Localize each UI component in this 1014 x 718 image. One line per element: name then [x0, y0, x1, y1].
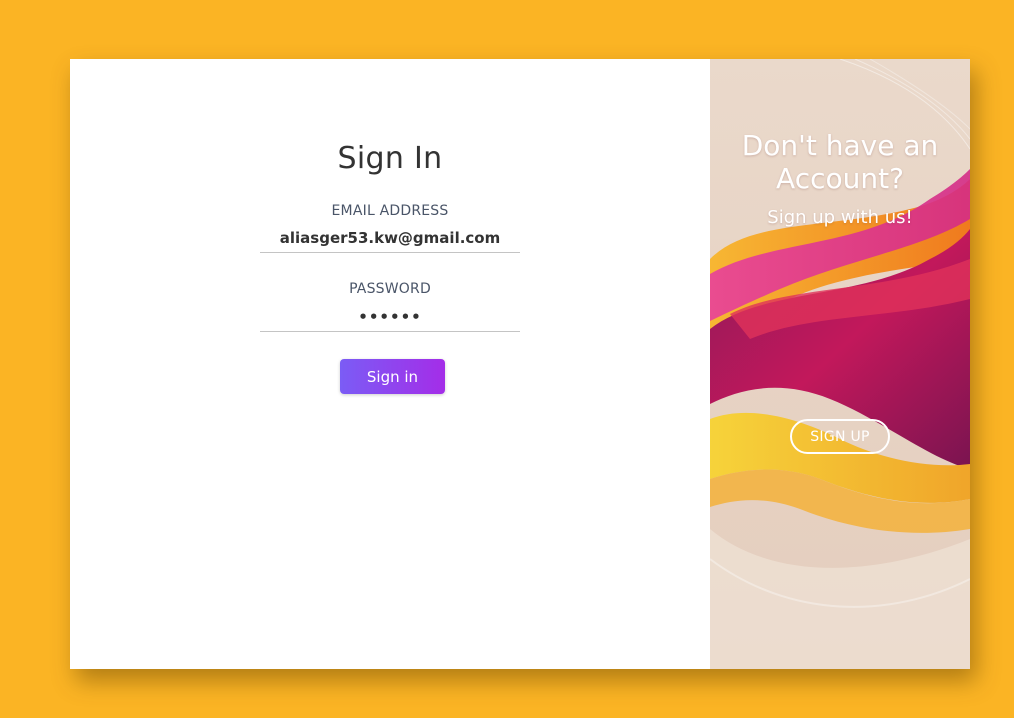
email-label: EMAIL ADDRESS — [331, 203, 449, 219]
promo-title: Don't have an Account? — [741, 129, 939, 195]
email-input[interactable] — [260, 224, 520, 253]
password-label: PASSWORD — [349, 281, 431, 297]
signin-button[interactable]: Sign in — [340, 359, 445, 394]
signup-promo-panel: Don't have an Account? Sign up with us! … — [710, 59, 970, 669]
signup-button[interactable]: SIGN UP — [790, 419, 890, 454]
auth-card: Sign In EMAIL ADDRESS PASSWORD Sign in — [70, 59, 970, 669]
promo-subtitle: Sign up with us! — [767, 207, 913, 228]
signin-title: Sign In — [337, 141, 443, 176]
signin-panel: Sign In EMAIL ADDRESS PASSWORD Sign in — [70, 59, 710, 669]
password-input[interactable] — [260, 303, 520, 332]
